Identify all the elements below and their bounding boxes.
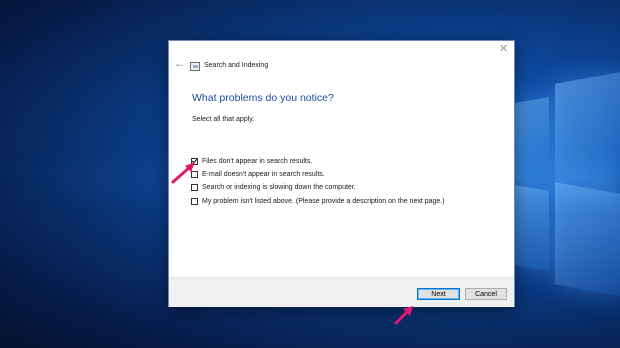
windows-logo-pane — [555, 72, 620, 186]
page-heading: What problems do you notice? — [192, 92, 334, 104]
troubleshooter-dialog: ← Search and Indexing ✕ What problems do… — [168, 40, 515, 307]
instruction-text: Select all that apply. — [192, 116, 255, 123]
option-label: E-mail doesn't appear in search results. — [202, 171, 325, 178]
next-button[interactable]: Next — [417, 288, 460, 300]
option-label: Files don't appear in search results. — [202, 158, 313, 165]
windows-logo-pane — [555, 182, 620, 296]
cancel-button[interactable]: Cancel — [465, 288, 507, 300]
close-icon[interactable]: ✕ — [499, 44, 508, 55]
option-email-not-in-results[interactable]: E-mail doesn't appear in search results. — [191, 169, 325, 180]
annotation-arrow-icon — [171, 162, 195, 184]
dialog-footer: Next Cancel — [169, 277, 514, 307]
title-bar: ← Search and Indexing ✕ — [169, 41, 514, 71]
annotation-arrow-icon — [394, 306, 413, 325]
windows-logo — [515, 72, 620, 340]
option-files-not-in-results[interactable]: Files don't appear in search results. — [191, 156, 312, 167]
option-slowing-computer[interactable]: Search or indexing is slowing down the c… — [191, 182, 356, 193]
search-indexing-icon — [190, 62, 200, 71]
window-title: Search and Indexing — [204, 62, 269, 69]
windows-logo-pane — [515, 185, 549, 271]
option-problem-not-listed[interactable]: My problem isn't listed above. (Please p… — [191, 196, 445, 207]
option-label: My problem isn't listed above. (Please p… — [202, 198, 445, 205]
back-arrow-icon[interactable]: ← — [174, 57, 186, 69]
option-label: Search or indexing is slowing down the c… — [202, 184, 356, 191]
windows-logo-pane — [515, 97, 549, 183]
checkbox[interactable] — [191, 198, 198, 205]
